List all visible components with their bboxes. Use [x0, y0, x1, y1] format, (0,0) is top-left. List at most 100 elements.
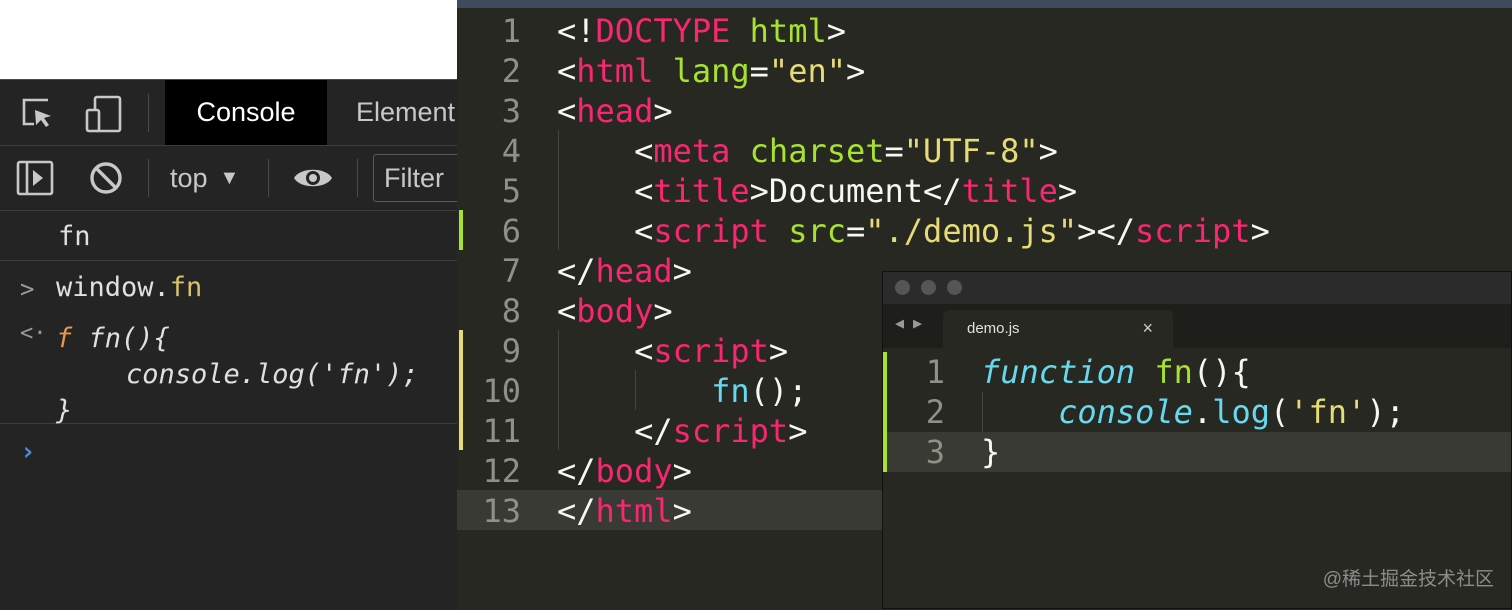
code-token: "en" — [768, 52, 846, 90]
code-line: </html> — [557, 492, 692, 530]
code-line: <!DOCTYPE html> — [557, 12, 846, 50]
tab-elements[interactable]: Element — [356, 80, 455, 145]
code-token: body — [595, 452, 673, 490]
code-line: function fn(){ — [981, 353, 1251, 391]
code-token: > — [672, 252, 692, 290]
code-token: (); — [749, 372, 808, 410]
code-token: html — [749, 12, 827, 50]
code-line: </script> — [557, 412, 807, 450]
line-number: 10 — [482, 372, 521, 410]
result-arrow-icon: <· — [20, 321, 47, 346]
code-token: < — [557, 332, 654, 370]
code-token: ); — [1366, 393, 1405, 431]
code-token: script — [672, 412, 789, 450]
code-line: console.log('fn'); — [981, 393, 1405, 431]
code-token: < — [557, 292, 577, 330]
code-token: "UTF-8" — [903, 132, 1039, 170]
line-number: 2 — [925, 393, 945, 431]
code-token: > — [788, 412, 808, 450]
code-token: ( — [1269, 393, 1290, 431]
code-line: <script src="./demo.js"></script> — [557, 212, 1270, 250]
clear-console-icon[interactable] — [88, 160, 124, 196]
console-toolbar: top ▼ — [0, 146, 463, 211]
line-number: 1 — [925, 353, 945, 391]
code-token: > — [845, 52, 866, 90]
nav-back-icon[interactable]: ◀ — [895, 314, 904, 332]
devtools-tabbar: Console Element — [0, 80, 457, 146]
code-token: > — [653, 292, 673, 330]
code-token: = — [749, 52, 769, 90]
code-token: </ — [557, 412, 673, 450]
context-selector[interactable]: top ▼ — [170, 146, 239, 210]
code-token: title — [961, 172, 1058, 210]
line-number: 12 — [482, 452, 521, 490]
console-prompt-icon[interactable]: › — [20, 437, 36, 467]
console-filter-input[interactable] — [373, 154, 463, 202]
code-line: fn(); — [557, 372, 807, 410]
code-token: head — [595, 252, 673, 290]
live-expression-eye-icon[interactable] — [292, 164, 334, 192]
code-token: src — [788, 212, 846, 250]
chevron-down-icon: ▼ — [219, 167, 240, 189]
console-result-signature[interactable]: f fn(){ — [56, 323, 170, 354]
code-token: html — [576, 52, 654, 90]
expr-property: fn — [169, 272, 203, 303]
file-tab-demo-js[interactable]: demo.js × — [943, 310, 1173, 348]
toolbar-divider — [148, 94, 149, 132]
code-token: > — [1250, 212, 1270, 250]
console-message: fn — [0, 211, 457, 261]
window-zoom-dot[interactable] — [947, 280, 962, 295]
code-line: } — [981, 433, 1000, 471]
code-token: ></ — [1077, 212, 1135, 250]
nav-forward-icon[interactable]: ▶ — [913, 314, 922, 332]
function-signature: fn(){ — [88, 323, 170, 354]
code-token: html — [595, 492, 673, 530]
chevron-right-icon: > — [20, 275, 35, 303]
code-token: >Document</ — [749, 172, 962, 210]
tab-console[interactable]: Console — [165, 80, 327, 145]
function-keyword: f — [56, 323, 73, 354]
code-token: script — [653, 212, 769, 250]
code-token: < — [557, 52, 577, 90]
code-token: (){ — [1192, 353, 1251, 391]
code-token: . — [1192, 393, 1213, 431]
line-number: 5 — [501, 172, 521, 210]
code-token: "./demo.js" — [865, 212, 1078, 250]
code-token: </ — [557, 492, 596, 530]
window-minimize-dot[interactable] — [921, 280, 936, 295]
window-close-dot[interactable] — [895, 280, 910, 295]
code-token: > — [768, 332, 789, 370]
code-token: function — [981, 353, 1136, 391]
line-number: 3 — [501, 92, 521, 130]
line-number: 11 — [482, 412, 521, 450]
toolbar-divider — [268, 159, 269, 197]
line-number: 3 — [925, 433, 945, 471]
devtools-panel: Console Element top▼ fn > w — [0, 79, 463, 609]
close-tab-icon[interactable]: × — [1142, 318, 1153, 339]
line-number: 13 — [482, 492, 521, 530]
console-result-body: console.log('fn'); — [126, 359, 419, 390]
code-token: body — [576, 292, 654, 330]
code-token: > — [1057, 172, 1078, 210]
code-token: lang — [672, 52, 750, 90]
code-token: </ — [557, 452, 596, 490]
code-token: script — [1134, 212, 1251, 250]
show-sidebar-icon[interactable] — [16, 160, 54, 196]
code-line: <title>Document</title> — [557, 172, 1077, 210]
code-token: DOCTYPE — [595, 12, 731, 50]
console-message: > window.fn <· f fn(){ console.log('fn')… — [0, 261, 457, 426]
inspect-element-icon[interactable] — [20, 96, 56, 132]
code-token: charset — [749, 132, 885, 170]
code-line: <html lang="en"> — [557, 52, 865, 90]
line-number: 1 — [501, 12, 521, 50]
code-line: <meta charset="UTF-8"> — [557, 132, 1058, 170]
toolbar-divider — [357, 159, 358, 197]
window-titlebar — [883, 272, 1511, 304]
file-tabbar: ◀ ▶ demo.js × — [883, 304, 1511, 348]
context-value: top — [170, 163, 208, 193]
device-toolbar-icon[interactable] — [84, 94, 124, 134]
line-number: 4 — [501, 132, 521, 170]
